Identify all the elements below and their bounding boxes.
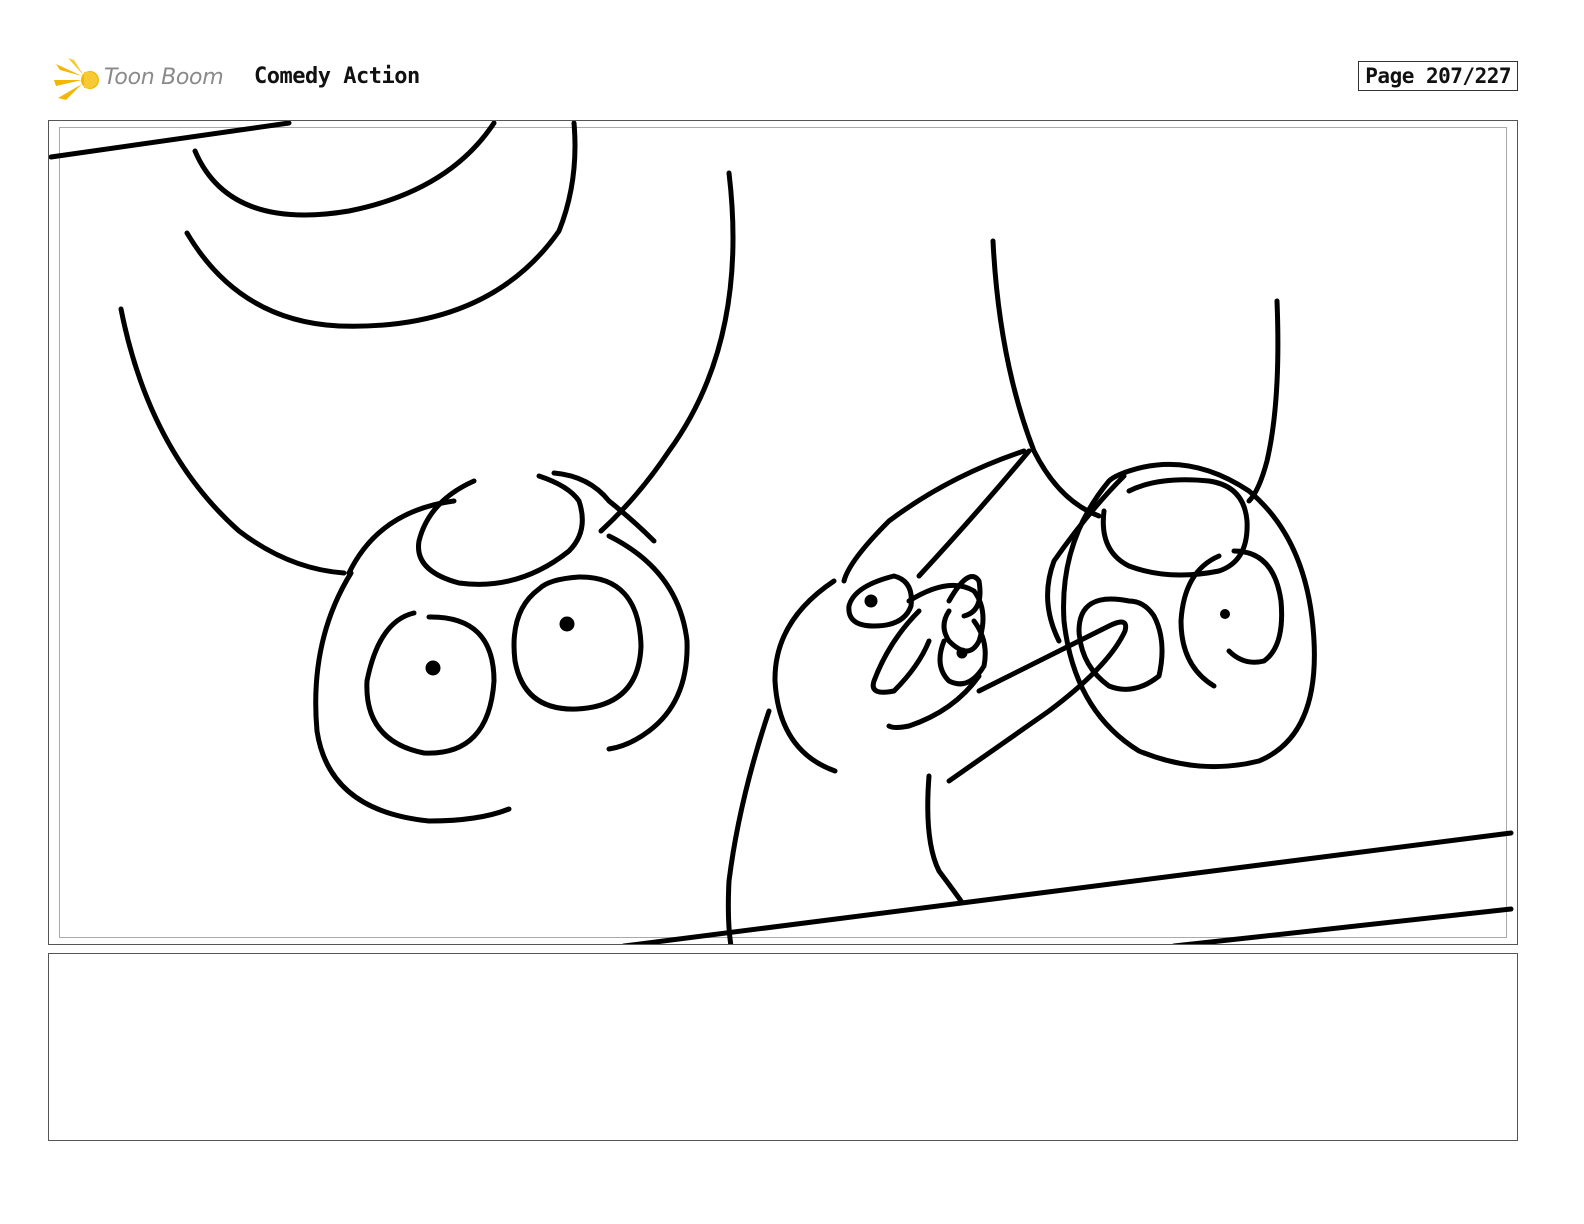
logo-wordmark: Toon Boom [104,65,224,90]
page-number: Page 207/227 [1358,61,1518,91]
page-header: Toon Boom Comedy Action Page 207/227 [52,56,1532,106]
notes-text [49,954,1517,974]
panel-sketch [49,121,1514,944]
starburst-icon [54,58,99,100]
project-title: Comedy Action [254,64,420,89]
toon-boom-logo: Toon Boom [52,56,242,106]
storyboard-panel [48,120,1518,945]
panel-notes [48,953,1518,1141]
